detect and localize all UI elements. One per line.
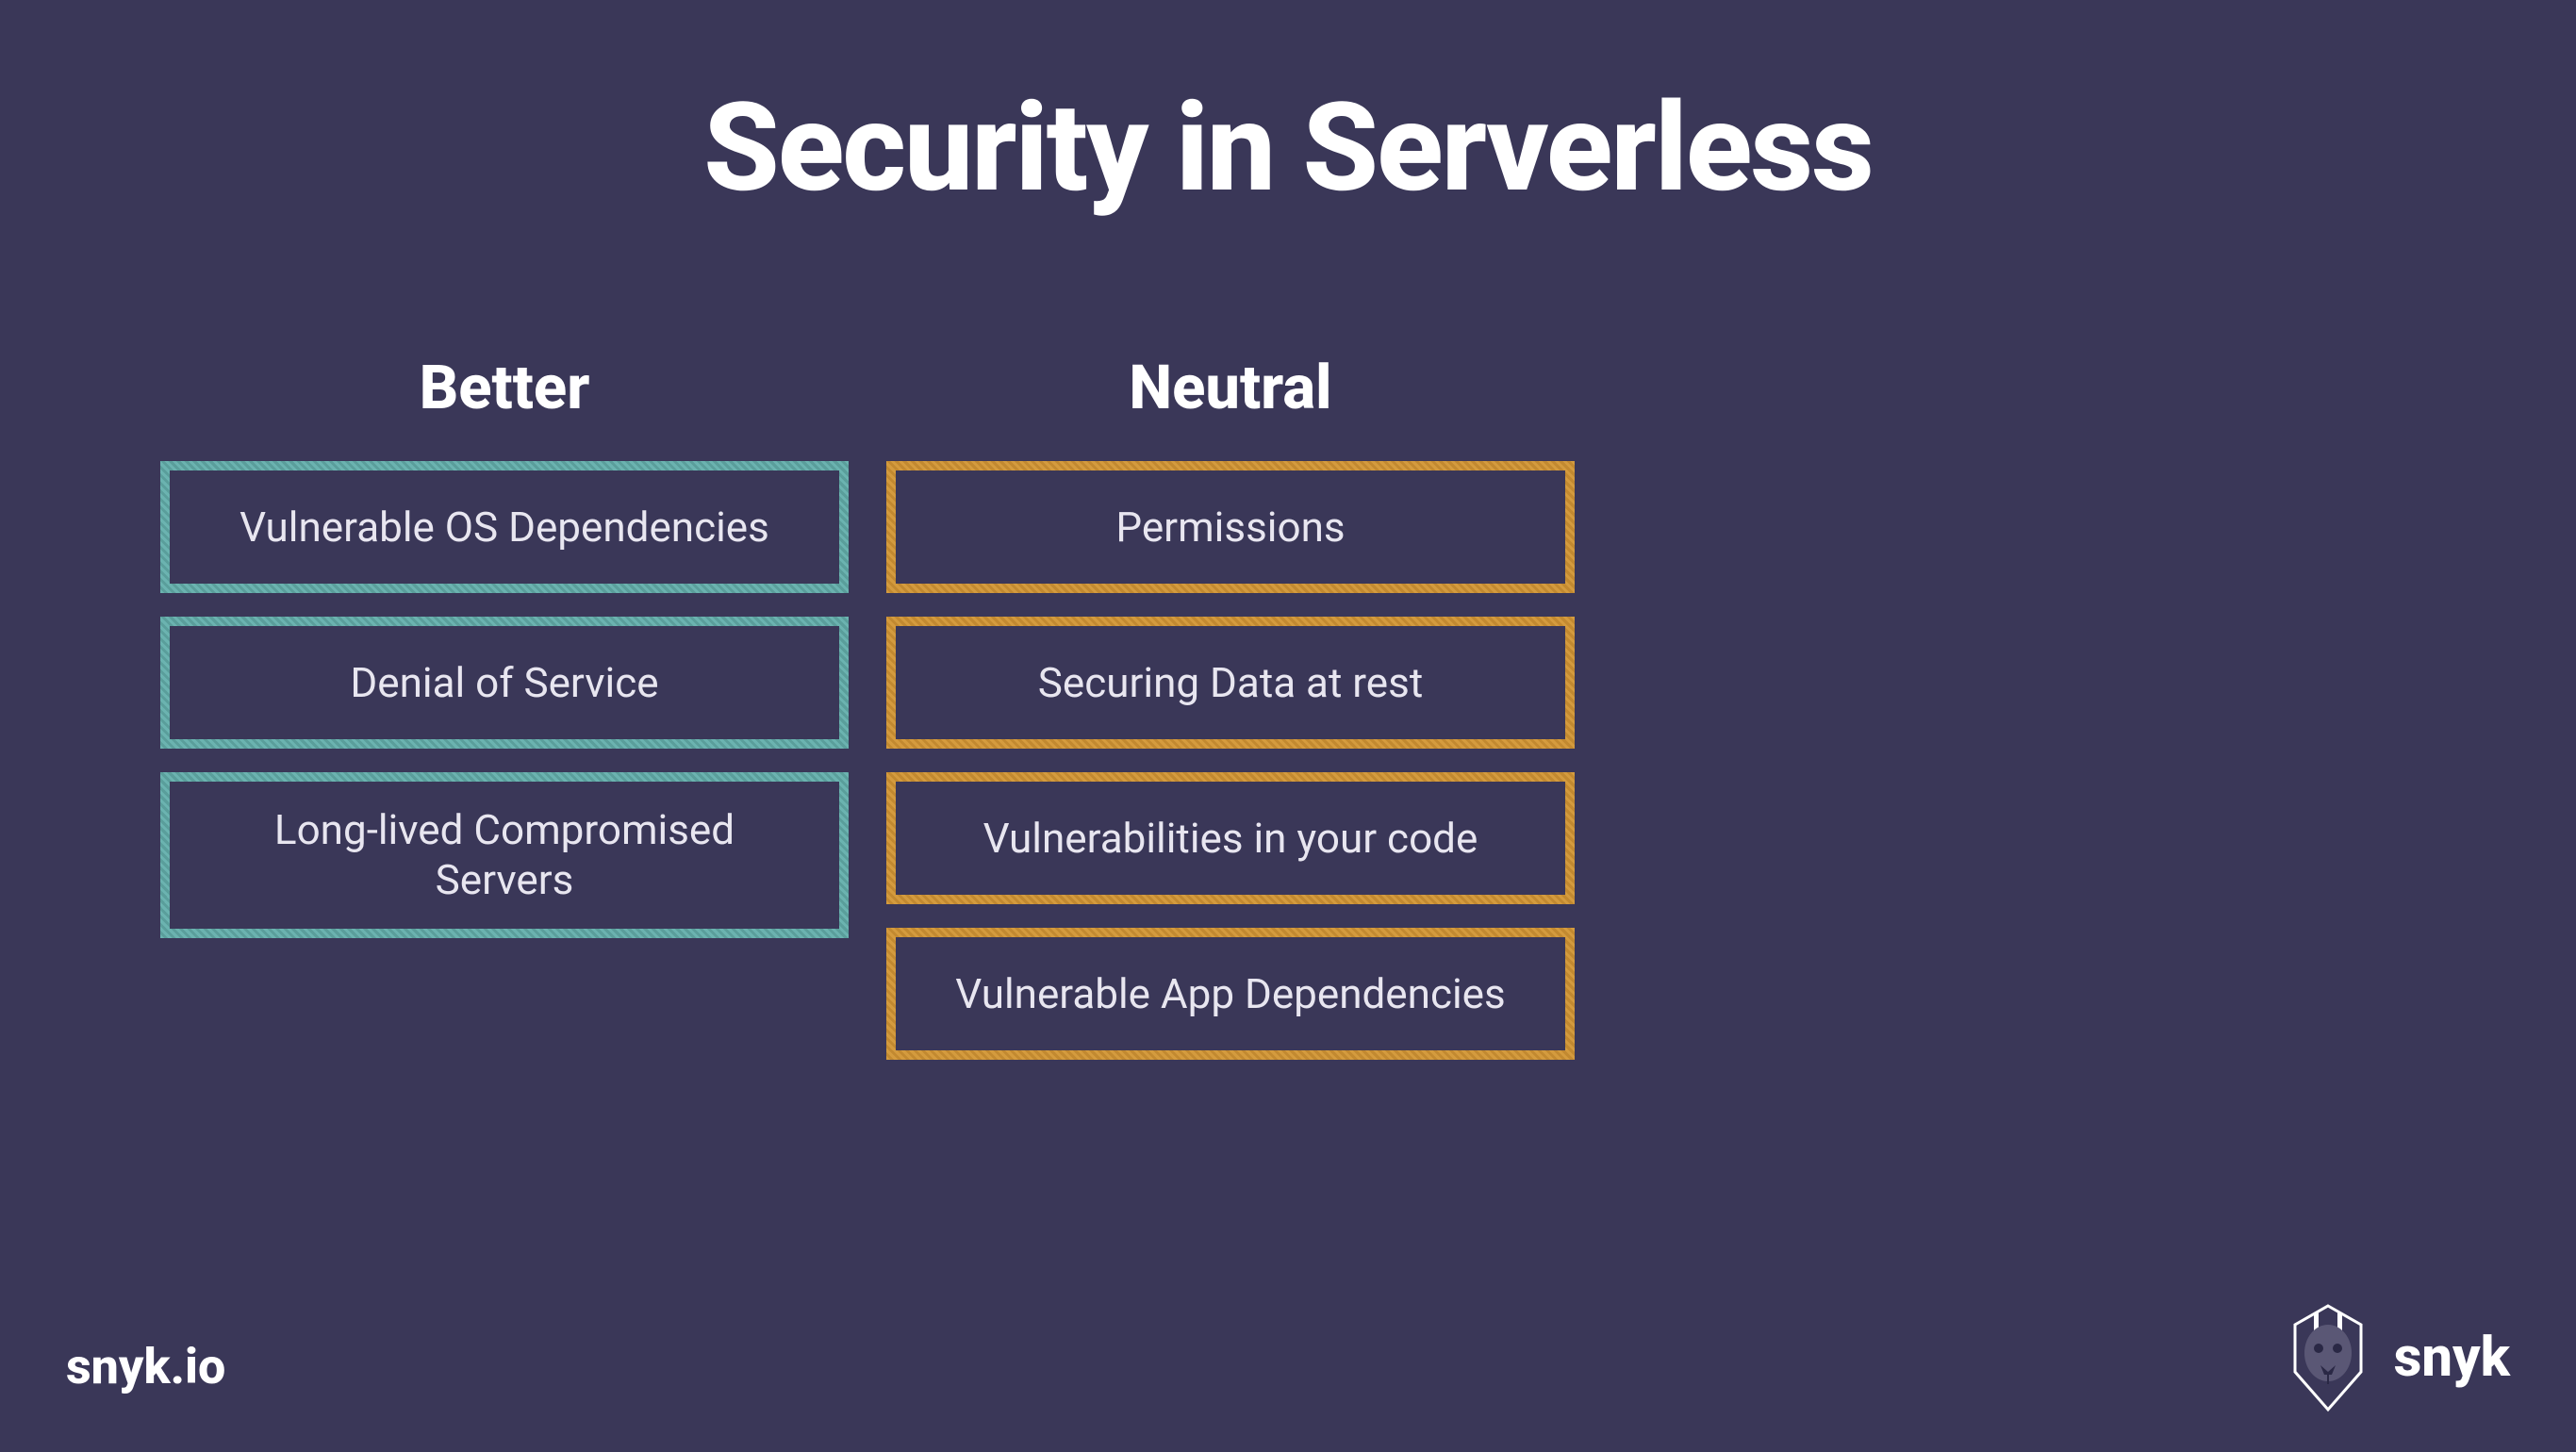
column-better: Better Vulnerable OS Dependencies Denial… <box>160 352 849 1083</box>
box-item: Securing Data at rest <box>886 617 1575 749</box>
footer-url: snyk.io <box>66 1338 225 1395</box>
box-text: Denial of Service <box>350 658 658 708</box>
slide-title: Security in Serverless <box>0 0 2576 220</box>
box-text: Permissions <box>1115 503 1345 553</box>
column-neutral: Neutral Permissions Securing Data at res… <box>886 352 1575 1083</box>
box-item: Vulnerabilities in your code <box>886 772 1575 904</box>
box-text: Securing Data at rest <box>1038 658 1424 708</box>
footer-brand: snyk <box>2281 1301 2510 1414</box>
box-text: Vulnerable App Dependencies <box>955 969 1505 1019</box>
box-text: Long-lived Compromised Servers <box>203 805 806 905</box>
snyk-logo-icon <box>2281 1301 2375 1414</box>
box-text: Vulnerabilities in your code <box>983 814 1478 864</box>
box-item: Vulnerable OS Dependencies <box>160 461 849 593</box>
box-text: Vulnerable OS Dependencies <box>239 503 769 553</box>
box-item: Vulnerable App Dependencies <box>886 928 1575 1060</box>
box-item: Long-lived Compromised Servers <box>160 772 849 938</box>
column-header-better: Better <box>160 352 849 423</box>
box-item: Permissions <box>886 461 1575 593</box>
box-item: Denial of Service <box>160 617 849 749</box>
footer-brand-text: snyk <box>2394 1326 2510 1390</box>
columns-container: Better Vulnerable OS Dependencies Denial… <box>0 220 2576 1083</box>
column-header-neutral: Neutral <box>886 352 1575 423</box>
